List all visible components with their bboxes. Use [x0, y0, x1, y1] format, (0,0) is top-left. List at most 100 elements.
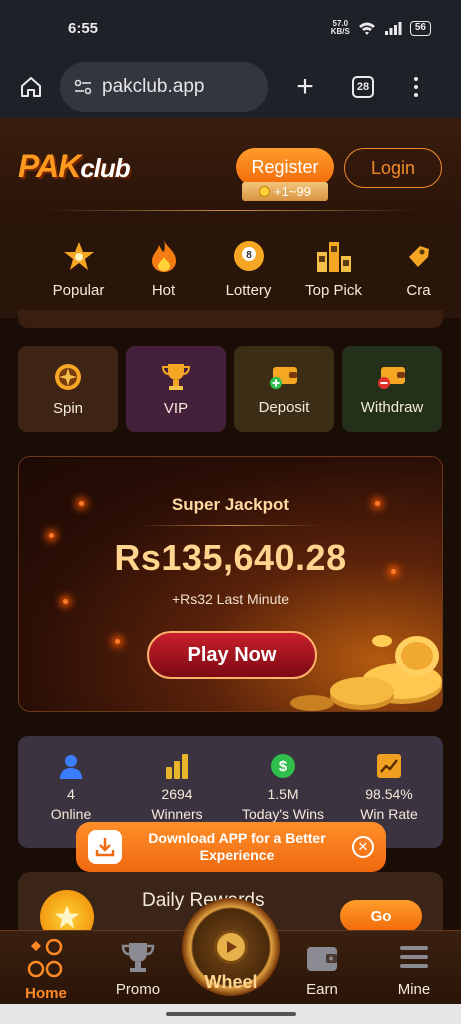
new-tab-icon[interactable]: +	[290, 70, 320, 104]
download-icon	[88, 830, 122, 864]
stat-label: Online	[50, 806, 92, 822]
download-app-text: Download APP for a Better Experience	[122, 830, 352, 864]
tab-switcher-button[interactable]: 28	[352, 76, 374, 98]
jackpot-title: Super Jackpot	[171, 495, 290, 514]
spark	[115, 639, 120, 644]
category-label: Popular	[52, 282, 105, 299]
wifi-icon	[358, 22, 375, 35]
bar-chart-icon	[165, 752, 189, 780]
nav-promo[interactable]: Promo	[92, 931, 184, 1004]
withdraw-button[interactable]: Withdraw	[342, 346, 442, 432]
stat-value: 98.54%	[365, 786, 413, 802]
category-crash[interactable]: Cra	[376, 218, 461, 318]
category-lottery[interactable]: 8 Lottery	[206, 218, 291, 318]
jackpot-banner: Super Jackpot Rs135,640.28 +Rs32 Last Mi…	[18, 456, 443, 712]
home-icon[interactable]	[14, 70, 48, 104]
pakclub-logo[interactable]: PAKclub	[18, 148, 131, 186]
stat-value: 1.5M	[267, 786, 299, 802]
dollar-icon: $	[270, 752, 296, 780]
logo-pak-text: PAK	[18, 148, 81, 184]
quick-actions: Spin VIP Deposit Withdraw	[18, 346, 443, 432]
nav-mine[interactable]: Mine	[368, 931, 460, 1004]
site-settings-icon[interactable]	[74, 79, 92, 95]
login-button[interactable]: Login	[344, 148, 442, 188]
nav-home-label: Home	[25, 985, 67, 1002]
nav-earn[interactable]: Earn	[276, 931, 368, 1004]
address-bar[interactable]: pakclub.app	[60, 62, 268, 112]
wallet-plus-icon	[270, 366, 297, 389]
download-text-line2: Experience	[199, 847, 275, 863]
spin-wheel-icon	[55, 363, 81, 390]
spin-button[interactable]: Spin	[18, 346, 118, 432]
user-icon	[58, 752, 84, 780]
nav-wheel-label: Wheel	[204, 972, 258, 992]
nav-mine-label: Mine	[397, 981, 431, 998]
download-text-line1: Download APP for a Better	[148, 830, 326, 846]
svg-text:$: $	[279, 758, 288, 775]
category-label: Cra	[406, 282, 431, 299]
star-icon	[63, 238, 95, 274]
category-label: Hot	[151, 282, 176, 299]
network-speed-unit: KB/S	[330, 27, 350, 36]
deposit-button[interactable]: Deposit	[234, 346, 334, 432]
home-grid-icon	[27, 939, 63, 978]
url-text: pakclub.app	[102, 76, 205, 97]
network-speed: 57.0 KB/S	[331, 20, 350, 36]
nav-earn-label: Earn	[306, 981, 338, 998]
logo-club-text: club	[80, 153, 130, 183]
play-icon	[214, 930, 248, 964]
category-label: Lottery	[225, 282, 272, 299]
status-icons: 57.0 KB/S 56	[331, 20, 431, 36]
gold-coins-image	[290, 635, 442, 711]
app-header: PAKclub Register +1~99 Login	[0, 118, 461, 218]
billiard-ball-icon: 8	[233, 238, 265, 274]
close-icon[interactable]: ✕	[352, 836, 374, 858]
podium-icon	[316, 238, 352, 274]
vip-label: VIP	[163, 399, 189, 417]
wallet-minus-icon	[378, 366, 405, 389]
category-label: Top Pick	[305, 282, 362, 299]
crash-icon	[406, 238, 432, 274]
browser-toolbar: pakclub.app + 28	[0, 56, 461, 118]
stat-label: Today's Wins	[241, 806, 325, 822]
system-navigation-bar	[0, 1004, 461, 1024]
jackpot-amount: Rs135,640.28	[114, 537, 347, 578]
header-divider	[46, 210, 416, 211]
stat-label: Win Rate	[360, 806, 418, 822]
svg-text:8: 8	[246, 250, 252, 261]
trophy-icon	[121, 943, 155, 972]
nav-home[interactable]: Home	[0, 931, 92, 1004]
spin-label: Spin	[52, 399, 84, 417]
daily-rewards-go-button[interactable]: Go	[340, 900, 422, 932]
download-app-banner[interactable]: Download APP for a Better Experience ✕	[76, 822, 386, 872]
nav-promo-label: Promo	[115, 981, 161, 998]
category-top-pick[interactable]: Top Pick	[291, 218, 376, 318]
gesture-handle[interactable]	[166, 1012, 296, 1016]
menu-lines-icon	[400, 946, 428, 968]
jackpot-last-minute: +Rs32 Last Minute	[171, 591, 290, 607]
register-button[interactable]: Register	[236, 148, 334, 186]
status-time: 6:55	[68, 19, 99, 37]
trophy-icon	[162, 363, 190, 390]
stat-label: Winners	[151, 806, 203, 822]
category-panel-edge	[18, 310, 443, 328]
category-nav: Popular Hot 8 Lottery Top Pick Cra	[0, 218, 461, 318]
battery-indicator: 56	[409, 20, 431, 36]
signal-icon	[384, 22, 402, 35]
more-menu-icon[interactable]	[414, 77, 418, 97]
status-bar: 6:55 57.0 KB/S 56	[0, 0, 461, 56]
stat-value: 4	[67, 786, 75, 802]
flame-icon	[150, 238, 178, 274]
category-popular[interactable]: Popular	[36, 218, 121, 318]
register-bonus-badge: +1~99	[242, 182, 328, 201]
wallet-icon	[307, 947, 337, 971]
deposit-label: Deposit	[258, 398, 310, 416]
category-hot[interactable]: Hot	[121, 218, 206, 318]
jackpot-divider	[139, 525, 324, 526]
trend-icon	[376, 752, 402, 780]
stat-value: 2694	[161, 786, 193, 802]
coin-icon	[259, 186, 271, 197]
withdraw-label: Withdraw	[360, 398, 424, 416]
bonus-text: +1~99	[274, 184, 311, 199]
vip-button[interactable]: VIP	[126, 346, 226, 432]
